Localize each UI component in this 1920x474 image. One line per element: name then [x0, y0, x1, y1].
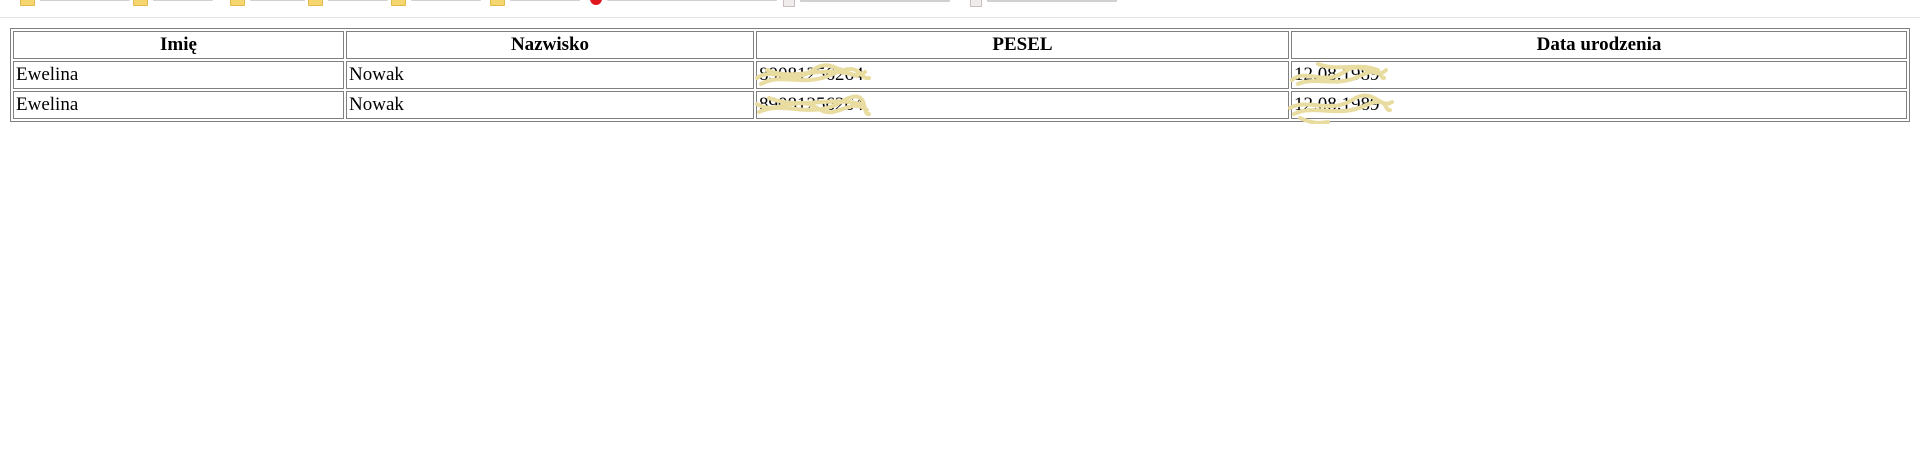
bookmark-folder-3[interactable]	[230, 0, 305, 6]
date-value: 12.08.1989	[1294, 64, 1380, 85]
cell-data-urodzenia: 12.08.1989	[1288, 91, 1907, 124]
folder-icon	[20, 0, 35, 6]
bookmark-folder-5[interactable]	[391, 0, 481, 6]
bookmarks-bar	[0, 0, 1920, 18]
cell-nazwisko: Nowak	[346, 91, 754, 119]
table-header-row: Imię Nazwisko PESEL Data urodzenia	[13, 31, 1907, 59]
folder-icon	[391, 0, 406, 6]
bookmark-folder-6[interactable]	[490, 0, 580, 6]
date-value-redacted: 12.08.1989	[1290, 62, 1388, 86]
cell-imie: Ewelina	[13, 91, 344, 119]
pesel-value-redacted: 89081256264	[755, 63, 871, 86]
bookmark-folder-1[interactable]	[20, 0, 130, 6]
folder-icon	[133, 0, 148, 6]
date-value-redacted: 12.08.1989	[1288, 93, 1394, 124]
cell-imie: Ewelina	[13, 61, 344, 89]
date-value: 12.08.1989	[1294, 94, 1380, 115]
header-pesel: PESEL	[756, 31, 1289, 59]
cell-data-urodzenia: 12.08.1989	[1290, 61, 1907, 89]
bookmark-red[interactable]	[590, 0, 777, 5]
table-row: Ewelina Nowak 89081256264 12.08.1989	[13, 91, 1907, 124]
page-icon	[970, 0, 982, 7]
bookmark-folder-4[interactable]	[308, 0, 388, 6]
bookmark-page-2[interactable]	[970, 0, 1117, 7]
bookmark-folder-2[interactable]	[133, 0, 213, 6]
folder-icon	[490, 0, 505, 6]
folder-icon	[230, 0, 245, 6]
table-row: Ewelina Nowak 89081256264 12.08.1989	[13, 61, 1907, 89]
page-icon	[783, 0, 795, 7]
cell-pesel: 89081256264	[755, 61, 1289, 89]
cell-pesel: 89081256264	[755, 91, 1289, 119]
pesel-value: 89081256264	[759, 94, 864, 115]
people-table: Imię Nazwisko PESEL Data urodzenia Eweli…	[10, 28, 1910, 124]
header-nazwisko: Nazwisko	[346, 31, 754, 59]
pesel-value: 89081256264	[759, 64, 864, 85]
folder-icon	[308, 0, 323, 6]
header-data-urodzenia: Data urodzenia	[1291, 31, 1907, 59]
pesel-value-redacted: 89081256264	[755, 94, 871, 116]
bookmark-page-1[interactable]	[783, 0, 950, 7]
header-imie: Imię	[13, 31, 344, 59]
red-circle-icon	[590, 0, 602, 5]
cell-nazwisko: Nowak	[346, 61, 754, 89]
